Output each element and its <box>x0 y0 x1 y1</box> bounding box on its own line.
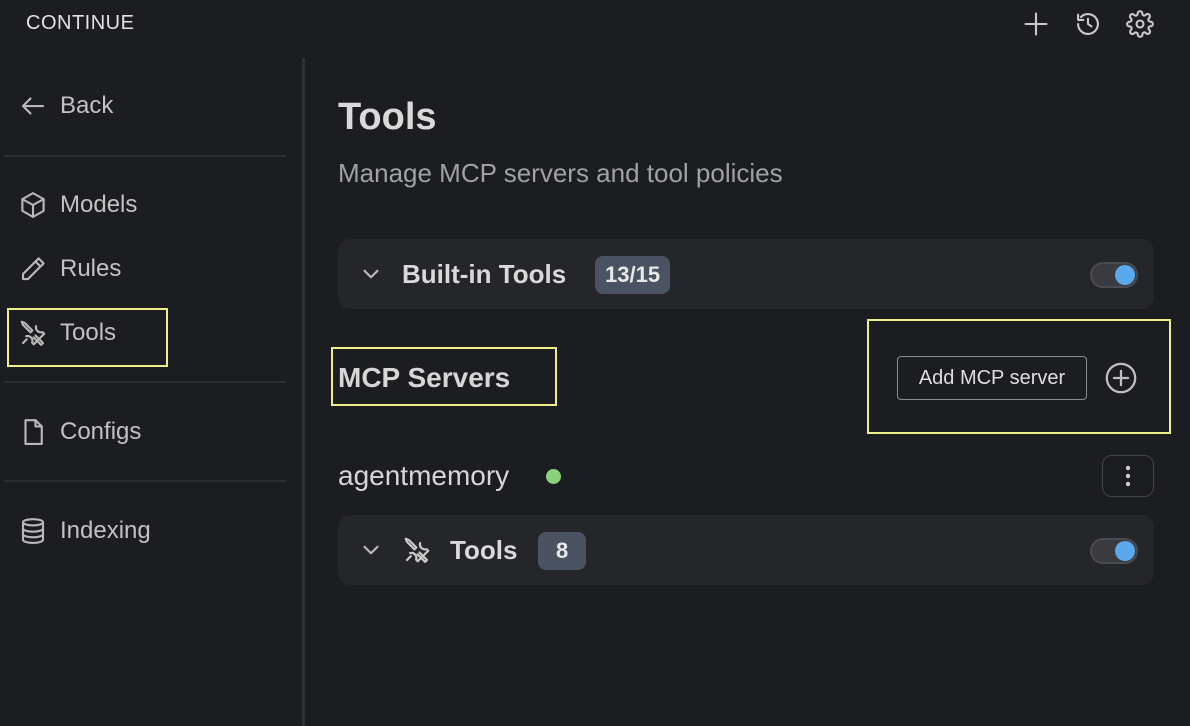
builtin-tools-card: Built-in Tools 13/15 <box>338 239 1154 309</box>
mcp-title-highlight-annotation <box>331 347 557 406</box>
sidebar-item-rules[interactable]: Rules <box>18 247 121 291</box>
server-tools-card: Tools 8 <box>338 515 1154 585</box>
top-bar: CONTINUE <box>0 0 1190 50</box>
sidebar-item-label: Rules <box>60 255 122 282</box>
mcp-server-name: agentmemory <box>338 460 510 491</box>
server-more-options-button[interactable] <box>1102 455 1154 497</box>
builtin-tools-count-badge: 13/15 <box>595 256 671 294</box>
plus-icon <box>1024 12 1048 36</box>
database-icon <box>21 518 45 544</box>
sidebar-item-label: Indexing <box>60 517 151 544</box>
server-tools-count-badge: 8 <box>538 532 587 570</box>
new-session-button[interactable] <box>1020 8 1052 40</box>
settings-button[interactable] <box>1124 8 1156 40</box>
sidebar-item-label: Models <box>60 191 138 218</box>
wrench-screwdriver-icon <box>402 535 432 570</box>
page-subtitle: Manage MCP servers and tool policies <box>338 158 783 188</box>
tools-highlight-annotation <box>7 308 168 367</box>
toggle-knob <box>1115 265 1135 285</box>
sidebar <box>0 58 300 726</box>
sidebar-divider <box>302 58 305 726</box>
server-tools-toggle[interactable] <box>1090 538 1138 564</box>
builtin-tools-title: Built-in Tools <box>402 259 567 289</box>
pencil-icon <box>21 257 45 281</box>
history-button[interactable] <box>1072 8 1104 40</box>
header-actions <box>1020 8 1156 40</box>
sidebar-separator <box>4 381 286 383</box>
toggle-knob <box>1115 541 1135 561</box>
back-button[interactable]: Back <box>18 84 113 128</box>
chevron-down-icon <box>363 269 379 279</box>
history-icon <box>1077 13 1099 35</box>
add-server-highlight-annotation <box>867 319 1171 434</box>
sidebar-separator <box>4 480 286 482</box>
page-title: Tools <box>338 96 437 138</box>
server-tools-title: Tools <box>450 535 518 565</box>
cube-icon <box>21 192 45 218</box>
chevron-down-icon <box>363 545 379 555</box>
builtin-tools-toggle[interactable] <box>1090 262 1138 288</box>
sidebar-item-indexing[interactable]: Indexing <box>18 509 151 553</box>
back-label: Back <box>60 92 114 119</box>
app-title: CONTINUE <box>26 12 135 34</box>
arrow-left-icon <box>21 97 45 115</box>
sidebar-item-label: Configs <box>60 418 142 445</box>
server-tools-expand-toggle[interactable] <box>358 537 384 563</box>
gear-icon <box>1126 10 1154 38</box>
sidebar-separator <box>4 155 286 157</box>
more-vertical-icon <box>1125 465 1131 487</box>
sidebar-item-configs[interactable]: Configs <box>18 410 141 454</box>
sidebar-item-models[interactable]: Models <box>18 183 137 227</box>
document-icon <box>24 419 43 445</box>
server-status-dot <box>546 469 561 484</box>
builtin-tools-expand-toggle[interactable] <box>358 261 384 287</box>
